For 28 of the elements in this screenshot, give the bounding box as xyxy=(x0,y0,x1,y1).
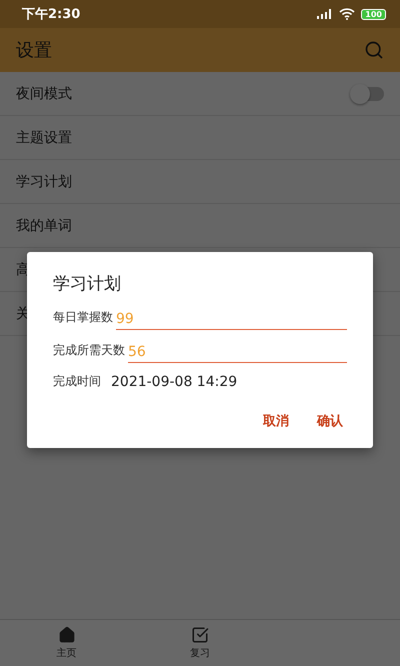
dialog-title: 学习计划 xyxy=(53,273,122,295)
cancel-button[interactable]: 取消 xyxy=(259,408,293,434)
input-field[interactable]: 56 xyxy=(128,344,347,363)
status-time: 下午2:30 xyxy=(22,6,80,23)
battery-icon: 100 xyxy=(361,8,386,20)
result-value: 2021-09-08 14:29 xyxy=(111,374,238,390)
settings-label: 主题设置 xyxy=(16,128,72,146)
field-label: 完成所需天数 xyxy=(53,342,125,359)
settings-item[interactable]: 夜间模式 xyxy=(0,72,400,116)
field-label: 每日掌握数 xyxy=(53,309,113,326)
home-icon xyxy=(58,626,76,644)
wifi-icon xyxy=(339,8,356,20)
nav-tab[interactable]: 主页 xyxy=(0,620,134,666)
settings-label: 我的单词 xyxy=(16,216,72,234)
settings-label: 夜间模式 xyxy=(16,84,72,102)
settings-item[interactable]: 学习计划 xyxy=(0,160,400,204)
night-mode-switch[interactable] xyxy=(352,86,384,100)
input-field[interactable]: 99 xyxy=(116,311,347,330)
confirm-button[interactable]: 确认 xyxy=(313,408,347,434)
settings-label: 学习计划 xyxy=(16,172,72,190)
settings-item[interactable]: 我的单词 xyxy=(0,204,400,248)
nav-tab[interactable]: 复习 xyxy=(133,620,267,666)
signal-icon xyxy=(317,9,334,19)
search-icon[interactable] xyxy=(364,40,384,60)
settings-item[interactable]: 主题设置 xyxy=(0,116,400,160)
checkbox-icon xyxy=(190,626,209,644)
toolbar-title: 设置 xyxy=(16,39,52,62)
result-label: 完成时间 xyxy=(53,373,101,390)
